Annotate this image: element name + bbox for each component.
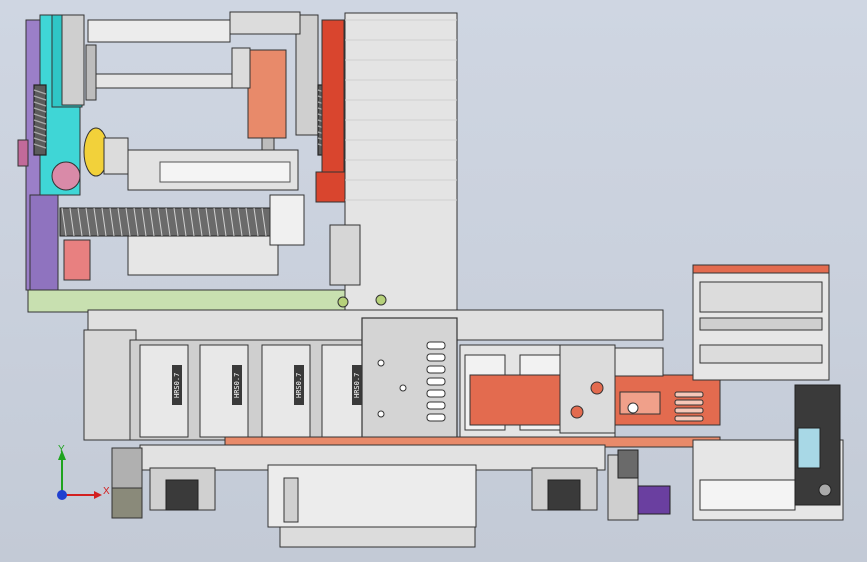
chain-tag-text-3: HRS0.7 [295, 373, 303, 398]
assembly-drawing: HRS0.7 HRS0.7 HRS0.7 HRS0.7 Y X [17, 11, 844, 548]
red-bracket [321, 19, 345, 181]
green-base-plate [27, 289, 354, 313]
terminal-box [267, 464, 477, 528]
chain-tag-text-2: HRS0.7 [233, 373, 241, 398]
chain-tag-text-4: HRS0.7 [353, 373, 361, 398]
purple-block [637, 485, 671, 515]
left-spring [33, 84, 47, 156]
x-axis-label: X [103, 486, 110, 497]
lower-base [111, 444, 671, 548]
chain-tag-text-1: HRS0.7 [173, 373, 181, 398]
upper-mechanism [17, 11, 354, 313]
z-axis-dot [57, 490, 67, 500]
cable-chain-assembly: HRS0.7 HRS0.7 HRS0.7 HRS0.7 [83, 309, 721, 448]
orange-slider [247, 49, 287, 139]
top-bar [87, 19, 231, 43]
y-axis-label: Y [58, 444, 65, 455]
mid-bar [87, 73, 239, 89]
axis-triad: Y X [57, 444, 110, 500]
cad-viewport[interactable]: HRS0.7 HRS0.7 HRS0.7 HRS0.7 Y X [0, 0, 867, 562]
vertical-panel [344, 12, 458, 314]
